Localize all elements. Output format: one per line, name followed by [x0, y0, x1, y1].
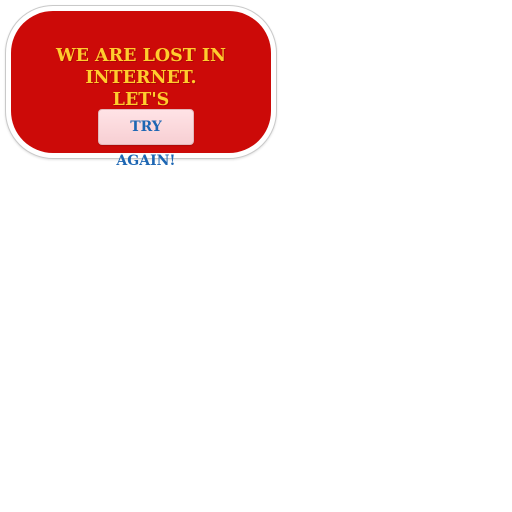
- try-again-button[interactable]: Try again!: [98, 109, 194, 169]
- error-message: We are lost in internet. Let's: [11, 45, 271, 111]
- error-dialog: We are lost in internet. Let's Try again…: [5, 5, 277, 169]
- error-message-line-2: Let's: [112, 90, 170, 110]
- error-message-line-1: We are lost in internet.: [55, 46, 227, 88]
